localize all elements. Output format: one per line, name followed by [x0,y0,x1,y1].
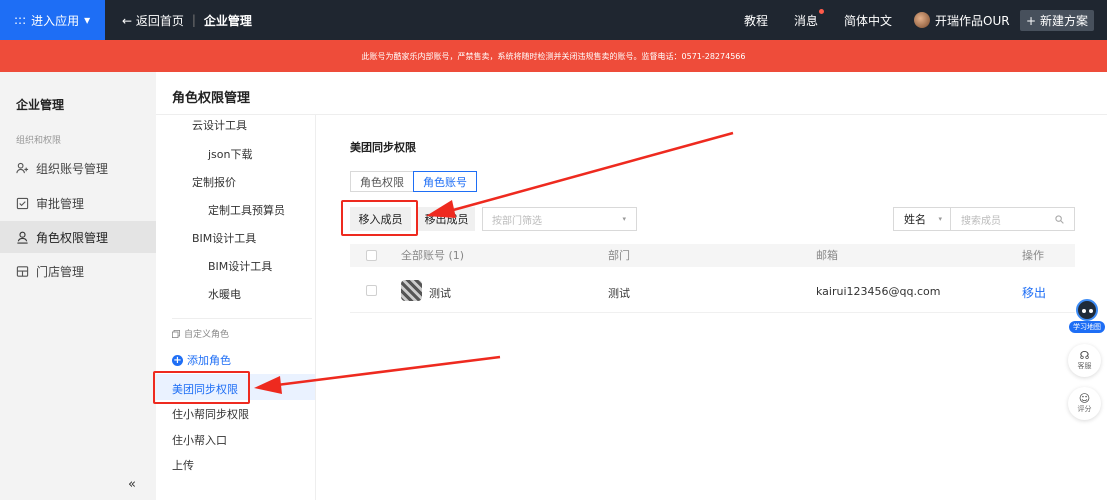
member-department: 测试 [608,287,630,300]
column-header-department: 部门 [608,249,630,262]
sidebar-title: 企业管理 [16,98,65,112]
member-avatar [401,280,422,301]
role-tree-item[interactable]: 云设计工具 [192,117,247,133]
nav-messages-label: 消息 [794,13,819,28]
search-icon [1055,214,1064,224]
chevron-down-icon: ▾ [622,215,626,223]
users-icon [16,162,29,173]
nav-messages[interactable]: 消息 [794,8,825,29]
role-item-zhuxiaobang-entry[interactable]: 住小帮入口 [172,432,227,448]
customer-service-button[interactable]: ☊ 客服 [1068,344,1101,377]
new-plan-button[interactable]: + 新建方案 [1020,10,1094,31]
user-name: 开瑞作品OUR [935,13,1010,28]
new-plan-label: 新建方案 [1040,14,1089,28]
column-header-email: 邮箱 [816,249,838,262]
plus-icon: + [1025,13,1037,28]
role-tree-item[interactable]: BIM设计工具 [192,230,256,246]
column-header-accounts: 全部账号 (1) [401,249,465,262]
sidebar-item-stores[interactable]: 门店管理 [0,255,156,287]
warning-banner: 此账号为酷家乐内部账号，严禁售卖，系统将随时检测并关闭违规售卖的账号。监督电话：… [0,40,1107,72]
checkbox-icon [16,197,29,209]
column-header-actions: 操作 [1022,249,1044,262]
role-tree-item[interactable]: json下载 [208,146,253,162]
copy-icon [172,329,180,338]
annotation-highlight-add-member [341,200,418,236]
robot-eye [1089,309,1093,313]
customer-service-label: 客服 [1077,362,1092,370]
custom-roles-label: 自定义角色 [172,327,229,340]
sidebar-item-org-accounts[interactable]: 组织账号管理 [0,152,156,184]
remove-member-link[interactable]: 移出 [1022,284,1046,301]
role-list-divider [172,318,312,319]
sidebar-group-label: 组织和权限 [16,136,62,146]
sidebar: 企业管理 组织和权限 组织账号管理 审批管理 角色权限管理 门店管理 « [0,72,156,500]
search-placeholder: 搜索成员 [961,215,1001,227]
top-nav: 教程 消息 简体中文 [744,0,918,40]
chevron-down-icon: ▾ [938,215,942,223]
breadcrumb-separator: | [191,13,196,27]
role-tabs: 角色权限 角色账号 [350,171,477,192]
enter-app-label: 进入应用 [31,13,80,28]
member-email: kairui123456@qq.com [816,285,941,298]
search-field-value: 姓名 [904,213,926,226]
tab-role-permissions[interactable]: 角色权限 [350,171,414,192]
enter-app-button[interactable]: ::: 进入应用 ▾ [0,0,105,40]
role-tree-item[interactable]: 定制报价 [192,174,236,190]
tab-role-accounts[interactable]: 角色账号 [413,171,477,192]
custom-roles-text: 自定义角色 [184,330,230,340]
sidebar-item-label: 角色权限管理 [36,230,109,245]
table-header: 全部账号 (1) 部门 邮箱 操作 [350,244,1075,267]
nav-tutorial[interactable]: 教程 [744,12,768,29]
role-tree-item[interactable]: 定制工具预算员 [208,202,285,218]
rating-label: 评分 [1077,405,1092,413]
department-filter-select[interactable]: 按部门筛选 ▾ [482,207,637,231]
section-title: 美团同步权限 [350,141,416,154]
page-title: 角色权限管理 [172,91,251,106]
top-bar: ::: 进入应用 ▾ ← 返回首页 | 企业管理 教程 消息 简体中文 开瑞作品… [0,0,1107,40]
robot-eye [1082,309,1086,313]
sidebar-item-label: 门店管理 [36,264,85,279]
user-menu[interactable]: 开瑞作品OUR [914,0,1010,40]
remove-member-button[interactable]: 移出成员 [418,207,475,231]
sidebar-item-label: 组织账号管理 [36,161,109,176]
notification-dot [819,8,825,14]
role-list: 云设计工具 json下载 定制报价 定制工具预算员 BIM设计工具 BIM设计工… [156,115,316,500]
select-all-checkbox[interactable] [366,250,377,261]
sidebar-item-role-permissions[interactable]: 角色权限管理 [0,221,156,253]
annotation-highlight-role [153,371,250,404]
table-row-divider [350,312,1075,313]
learning-map-robot[interactable]: 学习地图 [1069,296,1105,336]
breadcrumb-current: 企业管理 [203,13,252,28]
grid-icon: ::: [14,13,27,27]
add-role-label: 添加角色 [187,354,231,367]
row-checkbox[interactable] [366,285,377,296]
learning-map-label: 学习地图 [1069,321,1105,333]
member-name: 测试 [429,287,451,300]
role-item-zhuxiaobang-sync[interactable]: 住小帮同步权限 [172,406,249,422]
headset-icon: ☊ [1079,349,1090,362]
rating-button[interactable]: ☺ 评分 [1068,387,1101,420]
robot-icon [1076,299,1098,321]
back-home-link[interactable]: ← 返回首页 [122,12,184,29]
sidebar-item-label: 审批管理 [36,196,85,211]
breadcrumb: ← 返回首页 | 企业管理 [122,0,252,40]
sidebar-item-approval[interactable]: 审批管理 [0,187,156,219]
department-filter-placeholder: 按部门筛选 [492,215,542,227]
chevron-down-icon: ▾ [84,13,91,27]
role-tree-item[interactable]: 水暖电 [208,286,241,302]
nav-language[interactable]: 简体中文 [844,12,892,29]
role-item-upload[interactable]: 上传 [172,457,194,473]
person-icon [17,231,28,244]
smile-icon: ☺ [1078,392,1091,405]
add-circle-icon: + [172,354,183,366]
search-field-select[interactable]: 姓名 ▾ [893,207,951,231]
collapse-sidebar-icon[interactable]: « [128,477,136,492]
store-icon [16,265,29,277]
role-tree-item[interactable]: BIM设计工具 [208,258,272,274]
member-search-input[interactable]: 搜索成员 [950,207,1075,231]
add-role-button[interactable]: + 添加角色 [172,352,231,368]
user-avatar [914,12,930,28]
